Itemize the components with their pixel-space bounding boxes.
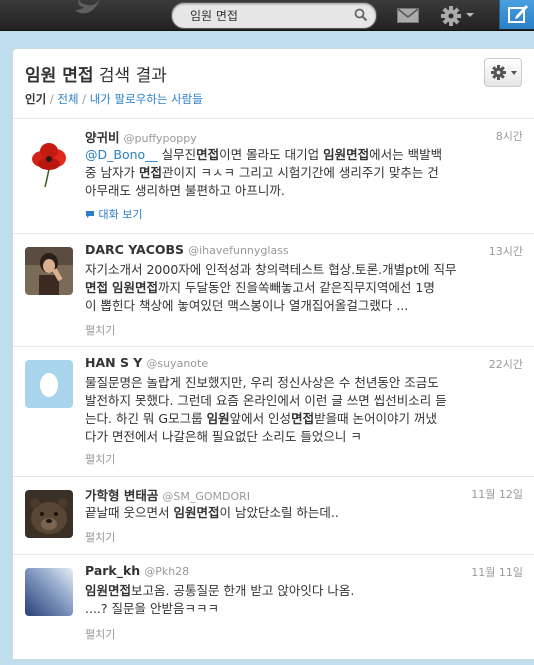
tweet-author-handle[interactable]: @suyanote [146, 357, 208, 370]
tweet-timestamp[interactable]: 11월 11일 [471, 564, 523, 580]
search-query-title: 임원 면접 [25, 66, 94, 86]
tweet-author-handle[interactable]: @SM_GOMDORI [162, 490, 250, 503]
text-span: 실무진 [157, 147, 197, 162]
top-navigation-bar [0, 0, 534, 31]
text-line: 아무래도 생리하면 불편하고 아프니까. [85, 183, 285, 198]
compose-tweet-button[interactable] [499, 0, 534, 29]
avatar[interactable] [25, 568, 73, 616]
gear-icon [491, 65, 517, 80]
highlight-term: 임원면접 [173, 505, 220, 520]
tweet-author-name[interactable]: DARC YACOBS [85, 242, 184, 257]
expand-link[interactable]: 펼치기 [85, 626, 115, 642]
search-settings-button[interactable] [484, 58, 522, 87]
tweet-author-handle[interactable]: @Pkh28 [144, 565, 189, 578]
messages-envelope-icon[interactable] [397, 8, 419, 23]
avatar[interactable] [25, 247, 73, 295]
text-line: 발전하지 못했다. 그런데 요즘 온라인에서 이런 글 쓰면 씹선비소리 듣 [85, 393, 447, 408]
text-span: 관이지 ㅋㅅㅋ 그리고 시험기간에 생리주기 맞추는 건 [161, 165, 439, 180]
twitter-bird-icon[interactable] [73, 0, 103, 18]
tweet-mention[interactable]: @D_Bono__ [85, 147, 158, 162]
tweet-text: 자기소개서 2000자에 인적성과 창의력테스트 협상.토론.개별pt에 직무 … [85, 261, 527, 315]
tweet-item[interactable]: Park_kh @Pkh28 11월 11일 임원면접보고옴. 공통질문 한개 받… [13, 555, 534, 665]
view-conversation-link[interactable]: 대화 보기 [85, 206, 142, 222]
text-line: 물질문명은 놀랍게 진보했지만, 우리 정신사상은 수 천년동안 조금도 [85, 375, 439, 390]
tweet-author-name[interactable]: HAN S Y [85, 355, 142, 370]
tweet-item[interactable]: DARC YACOBS @ihavefunnyglass 13시간 자기소개서 2… [13, 234, 534, 347]
settings-gear-icon[interactable] [440, 5, 462, 27]
text-line: ....? 질문을 안받음ㅋㅋㅋ [85, 601, 219, 616]
egg-avatar-image [25, 360, 73, 408]
tweet-timestamp[interactable]: 8시간 [496, 128, 523, 144]
tweet-author-handle[interactable]: @ihavefunnyglass [188, 244, 289, 257]
tweet-header: 가학형 변태곰 @SM_GOMDORI [85, 485, 250, 504]
tweet-header: 양귀비 @puffypoppy [85, 127, 197, 146]
highlight-term: 임원 [206, 411, 230, 426]
tweet-timestamp[interactable]: 22시간 [489, 356, 523, 372]
conversation-bubble-icon [86, 211, 94, 218]
gradient-avatar-image [25, 568, 73, 616]
search-input[interactable] [182, 3, 350, 28]
text-line: 이 뽑힌다 책상에 놓여있던 맥스봉이나 열개집어올걸그랬다 ... [85, 298, 409, 313]
filter-separator: / [46, 92, 58, 106]
text-span: 받을때 논어이야기 꺼냈 [314, 411, 438, 426]
action-label: 대화 보기 [98, 208, 143, 221]
highlight-term: 임원면접 [323, 147, 370, 162]
text-span: 중 남자가 [85, 165, 139, 180]
expand-link[interactable]: 펼치기 [85, 322, 115, 338]
filter-all[interactable]: 전체 [57, 92, 78, 106]
text-line: 자기소개서 2000자에 인적성과 창의력테스트 협상.토론.개별pt에 직무 [85, 262, 457, 277]
expand-link[interactable]: 펼치기 [85, 529, 115, 545]
text-span: 앞에서 인성 [229, 411, 292, 426]
highlight-term: 면접 [291, 411, 315, 426]
search-header: 임원 면접 검색 결과 인기 / 전체 / 내가 팔로우하는 사람들 [13, 49, 534, 119]
search-icon[interactable] [354, 8, 368, 22]
text-span: 에서는 백발백 [369, 147, 443, 162]
poppy-avatar-image [25, 139, 73, 187]
tweet-text: 임원면접보고옴. 공통질문 한개 받고 앉아잇다 나옴. ....? 질문을 안… [85, 582, 527, 618]
tweet-text: 물질문명은 놀랍게 진보했지만, 우리 정신사상은 수 천년동안 조금도 발전하… [85, 374, 527, 446]
tweet-header: Park_kh @Pkh28 [85, 563, 189, 578]
tweet-timestamp[interactable]: 13시간 [489, 243, 523, 259]
person-avatar-image [25, 247, 73, 295]
filter-separator: / [78, 92, 90, 106]
text-span: 이 남았단소릴 하는데.. [219, 505, 339, 520]
avatar[interactable] [25, 360, 73, 408]
highlight-term: 임원면접 [85, 583, 132, 598]
text-span: 끝날때 웃으면서 [85, 505, 174, 520]
tweet-author-name[interactable]: 가학형 변태곰 [85, 488, 158, 503]
tweet-item[interactable]: HAN S Y @suyanote 22시간 물질문명은 놀랍게 진보했지만, 우… [13, 347, 534, 477]
tweet-header: DARC YACOBS @ihavefunnyglass [85, 242, 289, 257]
expand-link[interactable]: 펼치기 [85, 451, 115, 467]
tweet-header: HAN S Y @suyanote [85, 355, 208, 370]
tweet-item[interactable]: 양귀비 @puffypoppy 8시간 @D_Bono__ 실무진면접이면 몰라도… [13, 119, 534, 234]
highlight-term: 면접 [196, 147, 220, 162]
filter-following[interactable]: 내가 팔로우하는 사람들 [90, 92, 203, 106]
filter-top[interactable]: 인기 [25, 92, 46, 106]
text-span: 까지 두달동안 진을쏙빼놓고서 같은직무지역에선 1명 [158, 280, 435, 295]
tweet-author-name[interactable]: 양귀비 [85, 130, 120, 145]
page-title: 임원 면접 검색 결과 [25, 61, 167, 86]
compose-pencil-icon [508, 5, 528, 23]
avatar[interactable] [25, 139, 73, 187]
chevron-down-icon[interactable] [466, 13, 474, 17]
search-box [171, 2, 377, 29]
tweet-timestamp[interactable]: 11월 12일 [471, 486, 523, 502]
text-line: 다가 면전에서 나갈은해 필요없단 소리도 들었으니 ㅋ [85, 429, 362, 444]
tweet-text: @D_Bono__ 실무진면접이면 몰라도 대기업 임원면접에서는 백발백 중 … [85, 146, 527, 200]
avatar[interactable] [25, 490, 73, 538]
title-suffix: 검색 결과 [93, 66, 167, 86]
highlight-term: 면접 [138, 165, 162, 180]
text-span: 는다. 하긴 뭐 G모그룹 [85, 411, 207, 426]
text-span: 이면 몰라도 대기업 [219, 147, 324, 162]
tweet-author-handle[interactable]: @puffypoppy [124, 132, 197, 145]
text-span: 보고옴. 공통질문 한개 받고 앉아잇다 나옴. [131, 583, 355, 598]
bear-avatar-image [25, 490, 73, 538]
search-results-panel: 임원 면접 검색 결과 인기 / 전체 / 내가 팔로우하는 사람들 양귀비 @… [12, 48, 534, 660]
tweet-text: 끝날때 웃으면서 임원면접이 남았단소릴 하는데.. [85, 504, 527, 522]
tweet-item[interactable]: 가학형 변태곰 @SM_GOMDORI 11월 12일 끝날때 웃으면서 임원면접… [13, 477, 534, 555]
highlight-term: 임원면접 [112, 280, 159, 295]
highlight-term: 면접 [85, 280, 109, 295]
result-filters: 인기 / 전체 / 내가 팔로우하는 사람들 [25, 91, 203, 107]
tweet-author-name[interactable]: Park_kh [85, 563, 140, 578]
